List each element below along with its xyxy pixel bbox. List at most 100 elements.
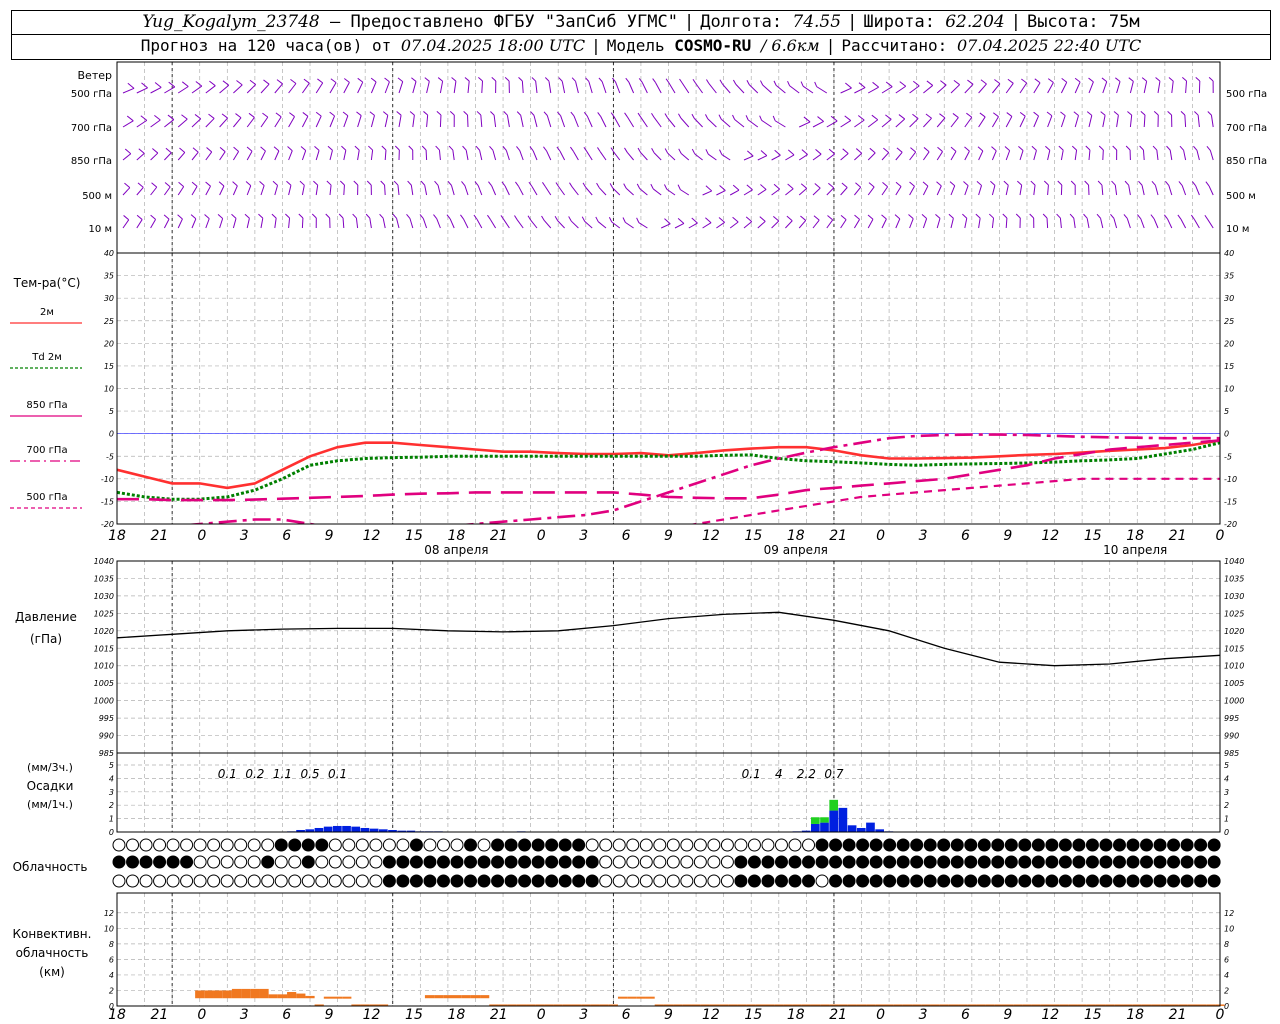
wind-barb-staff [449, 218, 455, 229]
wind-barb [1137, 214, 1145, 229]
y-tick-label-left: 35 [104, 272, 114, 281]
wind-barb-staff [734, 119, 745, 128]
wind-barb [1096, 213, 1104, 229]
wind-barb [408, 145, 414, 161]
wind-barb-staff [881, 118, 892, 128]
wind-barb [315, 78, 324, 94]
wind-barb [301, 112, 309, 128]
wind-barb [909, 80, 920, 94]
wind-barb-feather [231, 213, 237, 219]
wind-barb-staff [412, 115, 415, 128]
wind-barb-feather [923, 147, 930, 153]
cloud-symbol [707, 855, 721, 869]
wind-barb-staff [674, 222, 685, 229]
cloud-symbol [626, 874, 640, 888]
wind-barb-staff [260, 83, 270, 94]
wind-barb-staff [881, 218, 887, 229]
wind-barb-staff [437, 185, 441, 196]
wind-barb-feather [595, 216, 599, 222]
wind-barb-feather [1097, 180, 1103, 186]
wind-barb [976, 180, 983, 196]
cloud-symbol [504, 855, 518, 869]
wind-barb [771, 183, 780, 196]
wind-barb-feather [424, 77, 430, 82]
cloud-symbol [883, 855, 897, 869]
wind-barb [798, 149, 808, 161]
wind-barb [1060, 78, 1068, 94]
wind-barb-feather [461, 181, 466, 186]
wind-barb-staff [1047, 150, 1051, 161]
wind-barb [1180, 111, 1187, 128]
wind-barb [288, 112, 295, 128]
wind-barb [1005, 78, 1014, 94]
cloud-symbol [815, 838, 829, 852]
cloud-symbol [720, 874, 734, 888]
wind-barb-staff [601, 81, 607, 94]
wind-barb [473, 214, 483, 229]
cloud-symbol [409, 874, 423, 888]
wind-barb-feather [759, 216, 766, 222]
cloud-symbol [653, 874, 667, 888]
wind-barb [785, 149, 795, 161]
cloud-symbol [734, 838, 748, 852]
wind-barb-staff [978, 116, 986, 128]
wind-barb-staff [503, 219, 510, 229]
y-tick-label-left: 1010 [94, 662, 114, 671]
wind-barb-staff [978, 83, 987, 94]
wind-barb-feather [163, 214, 170, 220]
wind-barb-staff [743, 221, 753, 229]
wind-barb-staff [384, 184, 386, 196]
wind-barb-staff [370, 81, 377, 94]
wind-barb-staff [1140, 218, 1145, 229]
wind-barb-staff [205, 218, 210, 229]
cloud-symbol [301, 874, 315, 888]
y-tick-label-right: 40 [1224, 249, 1234, 258]
wind-barb [1166, 145, 1173, 161]
wind-barb [598, 77, 607, 94]
wind-barb-feather [236, 80, 243, 86]
cloud-symbol [274, 874, 288, 888]
cloud-symbol [234, 874, 248, 888]
cloud-symbol [1031, 838, 1045, 852]
cloud-symbol [558, 838, 572, 852]
x-tick-label-bottom: 15 [405, 1007, 423, 1023]
precip-label: 0.2 [245, 767, 264, 781]
cloud-symbol [964, 855, 978, 869]
legend-label: 500 гПа [26, 492, 67, 503]
cloud-symbol [166, 838, 180, 852]
cloud-symbol [842, 855, 856, 869]
wind-barb-staff [771, 220, 780, 229]
wind-barb-staff [1153, 218, 1159, 229]
wind-barb-staff [798, 121, 811, 128]
wind-barb [585, 77, 593, 94]
wind-barb [716, 185, 726, 196]
wind-barb-staff [936, 185, 942, 196]
wind-barb-staff [771, 188, 780, 196]
wind-barb [382, 111, 389, 128]
cloud-symbol [869, 855, 883, 869]
x-tick-label-bottom: 12 [1041, 1007, 1059, 1023]
wind-barb-staff [853, 219, 860, 229]
wind-barb [582, 182, 593, 196]
x-tick-label: 0 [537, 528, 546, 544]
wind-barb-feather [1180, 111, 1186, 116]
wind-level-label-right: 500 гПа [1226, 89, 1267, 100]
cloud-symbol [1126, 838, 1140, 852]
wind-barb [1112, 145, 1118, 161]
wind-barb-feather [206, 147, 213, 153]
cloud-symbol [1153, 874, 1167, 888]
wind-barb [909, 181, 915, 196]
wind-barb-feather [140, 115, 148, 121]
wind-barb [757, 150, 768, 161]
wind-barb-staff [1167, 218, 1173, 229]
wind-barb-staff [572, 151, 579, 161]
wind-barb-feather [554, 215, 559, 221]
cloud-symbol [937, 874, 951, 888]
x-tick-label-bottom: 6 [961, 1007, 970, 1023]
wind-barb-feather [1030, 180, 1036, 186]
wind-barb-staff [136, 87, 148, 94]
wind-barb-staff [867, 218, 874, 229]
cloud-symbol [829, 874, 843, 888]
wind-barb-staff [122, 120, 134, 128]
wind-barb-feather [1086, 111, 1093, 116]
